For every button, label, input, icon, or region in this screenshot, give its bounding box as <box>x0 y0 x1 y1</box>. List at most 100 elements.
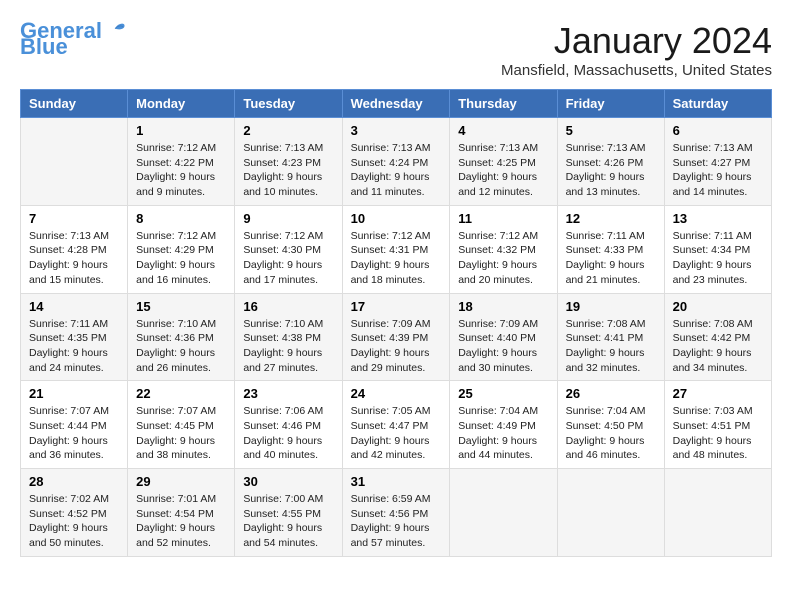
calendar-cell: 21Sunrise: 7:07 AM Sunset: 4:44 PM Dayli… <box>21 381 128 469</box>
day-number: 15 <box>136 299 226 314</box>
cell-text: Sunrise: 7:13 AM Sunset: 4:24 PM Dayligh… <box>351 141 442 200</box>
cell-text: Sunrise: 7:13 AM Sunset: 4:25 PM Dayligh… <box>458 141 548 200</box>
cell-text: Sunrise: 7:10 AM Sunset: 4:38 PM Dayligh… <box>243 317 333 376</box>
day-number: 28 <box>29 474 119 489</box>
day-number: 2 <box>243 123 333 138</box>
weekday-header-wednesday: Wednesday <box>342 90 450 118</box>
cell-text: Sunrise: 7:03 AM Sunset: 4:51 PM Dayligh… <box>673 404 763 463</box>
weekday-header-sunday: Sunday <box>21 90 128 118</box>
calendar-cell: 6Sunrise: 7:13 AM Sunset: 4:27 PM Daylig… <box>664 118 771 206</box>
calendar-cell: 24 Sunrise: 7:05 AM Sunset: 4:47 PM Dayli… <box>342 381 450 469</box>
day-number: 6 <box>673 123 763 138</box>
cell-text: Sunrise: 7:12 AM Sunset: 4:30 PM Dayligh… <box>243 229 333 288</box>
location-title: Mansfield, Massachusetts, United States <box>501 62 772 79</box>
calendar-cell: 4 Sunrise: 7:13 AM Sunset: 4:25 PM Daylig… <box>450 118 557 206</box>
cell-text: Sunrise: 7:11 AM Sunset: 4:35 PM Dayligh… <box>29 317 119 376</box>
day-number: 18 <box>458 299 548 314</box>
cell-text: Sunrise: 7:05 AM Sunset: 4:47 PM Dayligh… <box>351 404 442 463</box>
cell-text: Sunrise: 7:12 AM Sunset: 4:31 PM Dayligh… <box>351 229 442 288</box>
calendar-cell: 26Sunrise: 7:04 AM Sunset: 4:50 PM Dayli… <box>557 381 664 469</box>
calendar-cell: 20Sunrise: 7:08 AM Sunset: 4:42 PM Dayli… <box>664 293 771 381</box>
day-number: 26 <box>566 386 656 401</box>
calendar-week-5: 28 Sunrise: 7:02 AM Sunset: 4:52 PM Dayli… <box>21 469 772 557</box>
cell-text: Sunrise: 7:11 AM Sunset: 4:34 PM Dayligh… <box>673 229 763 288</box>
page-header: General Blue January 2024 Mansfield, Mas… <box>20 20 772 79</box>
cell-text: Sunrise: 7:07 AM Sunset: 4:44 PM Dayligh… <box>29 404 119 463</box>
header-row: SundayMondayTuesdayWednesdayThursdayFrid… <box>21 90 772 118</box>
calendar-cell: 28 Sunrise: 7:02 AM Sunset: 4:52 PM Dayli… <box>21 469 128 557</box>
weekday-header-thursday: Thursday <box>450 90 557 118</box>
calendar-cell: 25 Sunrise: 7:04 AM Sunset: 4:49 PM Dayli… <box>450 381 557 469</box>
month-title: January 2024 <box>501 20 772 62</box>
logo: General Blue <box>20 20 126 58</box>
calendar-cell: 7 Sunrise: 7:13 AM Sunset: 4:28 PM Daylig… <box>21 205 128 293</box>
cell-text: Sunrise: 6:59 AM Sunset: 4:56 PM Dayligh… <box>351 492 442 551</box>
weekday-header-monday: Monday <box>128 90 235 118</box>
weekday-header-friday: Friday <box>557 90 664 118</box>
calendar-cell: 22 Sunrise: 7:07 AM Sunset: 4:45 PM Dayli… <box>128 381 235 469</box>
cell-text: Sunrise: 7:12 AM Sunset: 4:32 PM Dayligh… <box>458 229 548 288</box>
cell-text: Sunrise: 7:11 AM Sunset: 4:33 PM Dayligh… <box>566 229 656 288</box>
calendar-cell <box>450 469 557 557</box>
day-number: 13 <box>673 211 763 226</box>
calendar-week-4: 21Sunrise: 7:07 AM Sunset: 4:44 PM Dayli… <box>21 381 772 469</box>
day-number: 16 <box>243 299 333 314</box>
day-number: 4 <box>458 123 548 138</box>
day-number: 19 <box>566 299 656 314</box>
cell-text: Sunrise: 7:06 AM Sunset: 4:46 PM Dayligh… <box>243 404 333 463</box>
day-number: 22 <box>136 386 226 401</box>
calendar-cell: 15 Sunrise: 7:10 AM Sunset: 4:36 PM Dayli… <box>128 293 235 381</box>
calendar-cell <box>21 118 128 206</box>
day-number: 9 <box>243 211 333 226</box>
calendar-cell: 16 Sunrise: 7:10 AM Sunset: 4:38 PM Dayli… <box>235 293 342 381</box>
cell-text: Sunrise: 7:01 AM Sunset: 4:54 PM Dayligh… <box>136 492 226 551</box>
cell-text: Sunrise: 7:12 AM Sunset: 4:22 PM Dayligh… <box>136 141 226 200</box>
logo-bird-icon <box>104 18 126 40</box>
cell-text: Sunrise: 7:10 AM Sunset: 4:36 PM Dayligh… <box>136 317 226 376</box>
day-number: 20 <box>673 299 763 314</box>
calendar-cell: 14 Sunrise: 7:11 AM Sunset: 4:35 PM Dayli… <box>21 293 128 381</box>
calendar-cell: 11Sunrise: 7:12 AM Sunset: 4:32 PM Dayli… <box>450 205 557 293</box>
calendar-cell: 8Sunrise: 7:12 AM Sunset: 4:29 PM Daylig… <box>128 205 235 293</box>
day-number: 12 <box>566 211 656 226</box>
day-number: 1 <box>136 123 226 138</box>
day-number: 29 <box>136 474 226 489</box>
day-number: 30 <box>243 474 333 489</box>
day-number: 24 <box>351 386 442 401</box>
calendar-cell: 12 Sunrise: 7:11 AM Sunset: 4:33 PM Dayli… <box>557 205 664 293</box>
cell-text: Sunrise: 7:13 AM Sunset: 4:28 PM Dayligh… <box>29 229 119 288</box>
day-number: 5 <box>566 123 656 138</box>
day-number: 17 <box>351 299 442 314</box>
weekday-header-saturday: Saturday <box>664 90 771 118</box>
calendar-cell: 19 Sunrise: 7:08 AM Sunset: 4:41 PM Dayli… <box>557 293 664 381</box>
calendar-week-1: 1 Sunrise: 7:12 AM Sunset: 4:22 PM Daylig… <box>21 118 772 206</box>
cell-text: Sunrise: 7:02 AM Sunset: 4:52 PM Dayligh… <box>29 492 119 551</box>
cell-text: Sunrise: 7:07 AM Sunset: 4:45 PM Dayligh… <box>136 404 226 463</box>
calendar-cell: 27 Sunrise: 7:03 AM Sunset: 4:51 PM Dayli… <box>664 381 771 469</box>
cell-text: Sunrise: 7:13 AM Sunset: 4:23 PM Dayligh… <box>243 141 333 200</box>
calendar-cell: 9 Sunrise: 7:12 AM Sunset: 4:30 PM Daylig… <box>235 205 342 293</box>
calendar-cell: 10Sunrise: 7:12 AM Sunset: 4:31 PM Dayli… <box>342 205 450 293</box>
day-number: 8 <box>136 211 226 226</box>
calendar-cell: 31 Sunrise: 6:59 AM Sunset: 4:56 PM Dayli… <box>342 469 450 557</box>
day-number: 27 <box>673 386 763 401</box>
calendar-week-3: 14 Sunrise: 7:11 AM Sunset: 4:35 PM Dayli… <box>21 293 772 381</box>
calendar-cell: 13 Sunrise: 7:11 AM Sunset: 4:34 PM Dayli… <box>664 205 771 293</box>
day-number: 3 <box>351 123 442 138</box>
day-number: 14 <box>29 299 119 314</box>
calendar-cell <box>557 469 664 557</box>
day-number: 25 <box>458 386 548 401</box>
calendar-cell <box>664 469 771 557</box>
cell-text: Sunrise: 7:04 AM Sunset: 4:49 PM Dayligh… <box>458 404 548 463</box>
cell-text: Sunrise: 7:08 AM Sunset: 4:41 PM Dayligh… <box>566 317 656 376</box>
day-number: 7 <box>29 211 119 226</box>
day-number: 31 <box>351 474 442 489</box>
title-block: January 2024 Mansfield, Massachusetts, U… <box>501 20 772 79</box>
calendar-cell: 17 Sunrise: 7:09 AM Sunset: 4:39 PM Dayli… <box>342 293 450 381</box>
calendar-cell: 18Sunrise: 7:09 AM Sunset: 4:40 PM Dayli… <box>450 293 557 381</box>
calendar-cell: 5 Sunrise: 7:13 AM Sunset: 4:26 PM Daylig… <box>557 118 664 206</box>
calendar-cell: 3 Sunrise: 7:13 AM Sunset: 4:24 PM Daylig… <box>342 118 450 206</box>
cell-text: Sunrise: 7:13 AM Sunset: 4:26 PM Dayligh… <box>566 141 656 200</box>
cell-text: Sunrise: 7:09 AM Sunset: 4:39 PM Dayligh… <box>351 317 442 376</box>
calendar-week-2: 7 Sunrise: 7:13 AM Sunset: 4:28 PM Daylig… <box>21 205 772 293</box>
